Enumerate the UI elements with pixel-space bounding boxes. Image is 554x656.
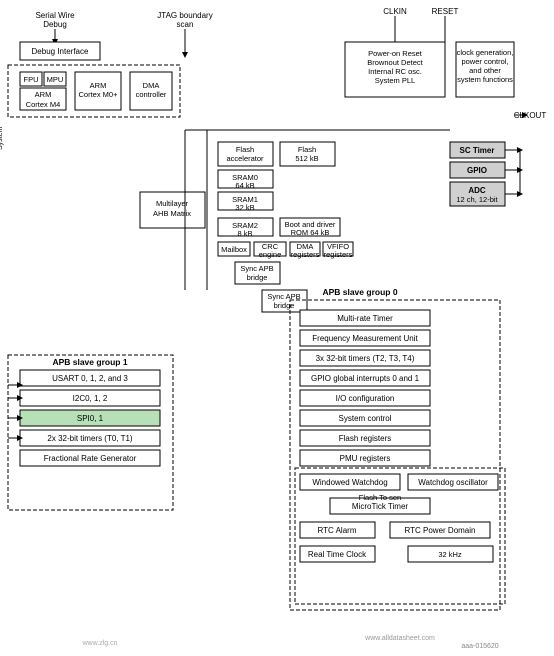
svg-text:12 ch, 12-bit: 12 ch, 12-bit <box>456 195 498 204</box>
svg-text:ARM: ARM <box>35 90 52 99</box>
serial-wire-debug-label: Serial Wire <box>35 11 75 20</box>
svg-text:FPU: FPU <box>24 75 39 84</box>
diagram-svg: Serial Wire Debug JTAG boundary scan CLK… <box>0 0 554 656</box>
svg-text:RTC Alarm: RTC Alarm <box>318 526 357 535</box>
svg-text:Internal RC osc.: Internal RC osc. <box>368 67 422 76</box>
svg-text:Debug Interface: Debug Interface <box>32 47 89 56</box>
svg-text:System control: System control <box>339 414 392 423</box>
svg-text:www.alldatasheet.com: www.alldatasheet.com <box>364 635 435 642</box>
svg-text:SPI0, 1: SPI0, 1 <box>77 414 104 423</box>
svg-text:JTAG boundary: JTAG boundary <box>157 11 212 20</box>
svg-text:system functions: system functions <box>457 75 513 84</box>
svg-text:Flash: Flash <box>298 145 316 154</box>
svg-text:registers: registers <box>291 250 320 259</box>
svg-text:System: System <box>0 126 4 150</box>
svg-text:Real Time Clock: Real Time Clock <box>308 550 367 559</box>
svg-text:MPU: MPU <box>47 75 64 84</box>
svg-text:Flash To sen: Flash To sen <box>359 493 401 502</box>
svg-text:APB slave group 0: APB slave group 0 <box>322 287 397 297</box>
svg-text:ARM: ARM <box>90 81 107 90</box>
svg-text:Sync APB: Sync APB <box>240 264 273 273</box>
svg-text:Multilayer: Multilayer <box>156 199 189 208</box>
svg-text:DMA: DMA <box>143 81 160 90</box>
svg-text:APB slave group 1: APB slave group 1 <box>52 357 127 367</box>
svg-text:ROM 64 kB: ROM 64 kB <box>291 228 330 237</box>
svg-text:bridge: bridge <box>274 301 295 310</box>
svg-text:Sync APB: Sync APB <box>267 292 300 301</box>
svg-text:Frequency Measurement Unit: Frequency Measurement Unit <box>312 334 418 343</box>
svg-text:RESET: RESET <box>432 7 459 16</box>
svg-text:Mailbox: Mailbox <box>221 245 247 254</box>
svg-text:MicroTick Timer: MicroTick Timer <box>352 502 408 511</box>
svg-text:I2C0, 1, 2: I2C0, 1, 2 <box>73 394 108 403</box>
svg-text:Watchdog oscillator: Watchdog oscillator <box>418 478 488 487</box>
svg-text:scan: scan <box>177 20 194 29</box>
svg-text:32 kHz: 32 kHz <box>438 550 462 559</box>
svg-text:bridge: bridge <box>247 273 268 282</box>
svg-text:SC Timer: SC Timer <box>460 146 495 155</box>
svg-text:2x 32-bit timers (T0, T1): 2x 32-bit timers (T0, T1) <box>47 434 133 443</box>
svg-text:controller: controller <box>136 90 167 99</box>
svg-text:USART 0, 1, 2, and 3: USART 0, 1, 2, and 3 <box>52 374 128 383</box>
svg-text:3x 32-bit timers (T2, T3, T4): 3x 32-bit timers (T2, T3, T4) <box>316 354 415 363</box>
svg-text:registers: registers <box>324 250 353 259</box>
svg-text:Cortex M4: Cortex M4 <box>26 100 61 109</box>
svg-text:and other: and other <box>469 66 501 75</box>
svg-text:GPIO: GPIO <box>467 166 487 175</box>
svg-text:Debug: Debug <box>43 20 67 29</box>
svg-text:Fractional Rate Generator: Fractional Rate Generator <box>44 454 137 463</box>
svg-text:www.zlg.cn: www.zlg.cn <box>81 640 117 647</box>
svg-text:Multi-rate Timer: Multi-rate Timer <box>337 314 393 323</box>
svg-text:engine: engine <box>259 250 282 259</box>
svg-text:32 kB: 32 kB <box>235 203 254 212</box>
svg-text:512 kB: 512 kB <box>295 154 318 163</box>
svg-text:power control,: power control, <box>461 57 508 66</box>
svg-text:RTC Power Domain: RTC Power Domain <box>405 526 476 535</box>
svg-text:ADC: ADC <box>468 186 486 195</box>
svg-text:System PLL: System PLL <box>375 76 415 85</box>
svg-text:Flash registers: Flash registers <box>339 434 391 443</box>
svg-text:Cortex M0+: Cortex M0+ <box>79 90 119 99</box>
svg-text:Flash: Flash <box>236 145 254 154</box>
svg-text:Power-on Reset: Power-on Reset <box>368 49 423 58</box>
svg-text:Windowed Watchdog: Windowed Watchdog <box>312 478 387 487</box>
diagram-container: Serial Wire Debug JTAG boundary scan CLK… <box>0 0 554 656</box>
svg-text:I/O configuration: I/O configuration <box>336 394 395 403</box>
svg-text:clock generation,: clock generation, <box>457 48 514 57</box>
svg-text:accelerator: accelerator <box>226 154 264 163</box>
svg-text:Brownout Detect: Brownout Detect <box>367 58 423 67</box>
svg-text:CLKIN: CLKIN <box>383 7 407 16</box>
svg-text:GPIO global interrupts 0 and 1: GPIO global interrupts 0 and 1 <box>311 374 420 383</box>
svg-text:aaa-015620: aaa-015620 <box>461 643 498 650</box>
svg-text:8 kB: 8 kB <box>237 229 252 238</box>
svg-text:64 kB: 64 kB <box>235 181 254 190</box>
svg-text:PMU registers: PMU registers <box>340 454 391 463</box>
